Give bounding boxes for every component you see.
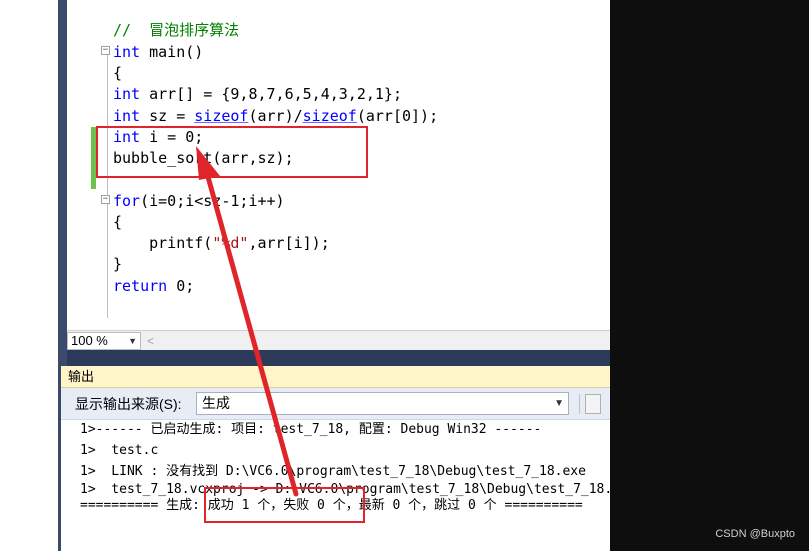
annotation-arrow-head <box>196 146 220 180</box>
annotation-arrow-shaft <box>202 163 299 497</box>
annotation-arrow <box>196 146 299 497</box>
